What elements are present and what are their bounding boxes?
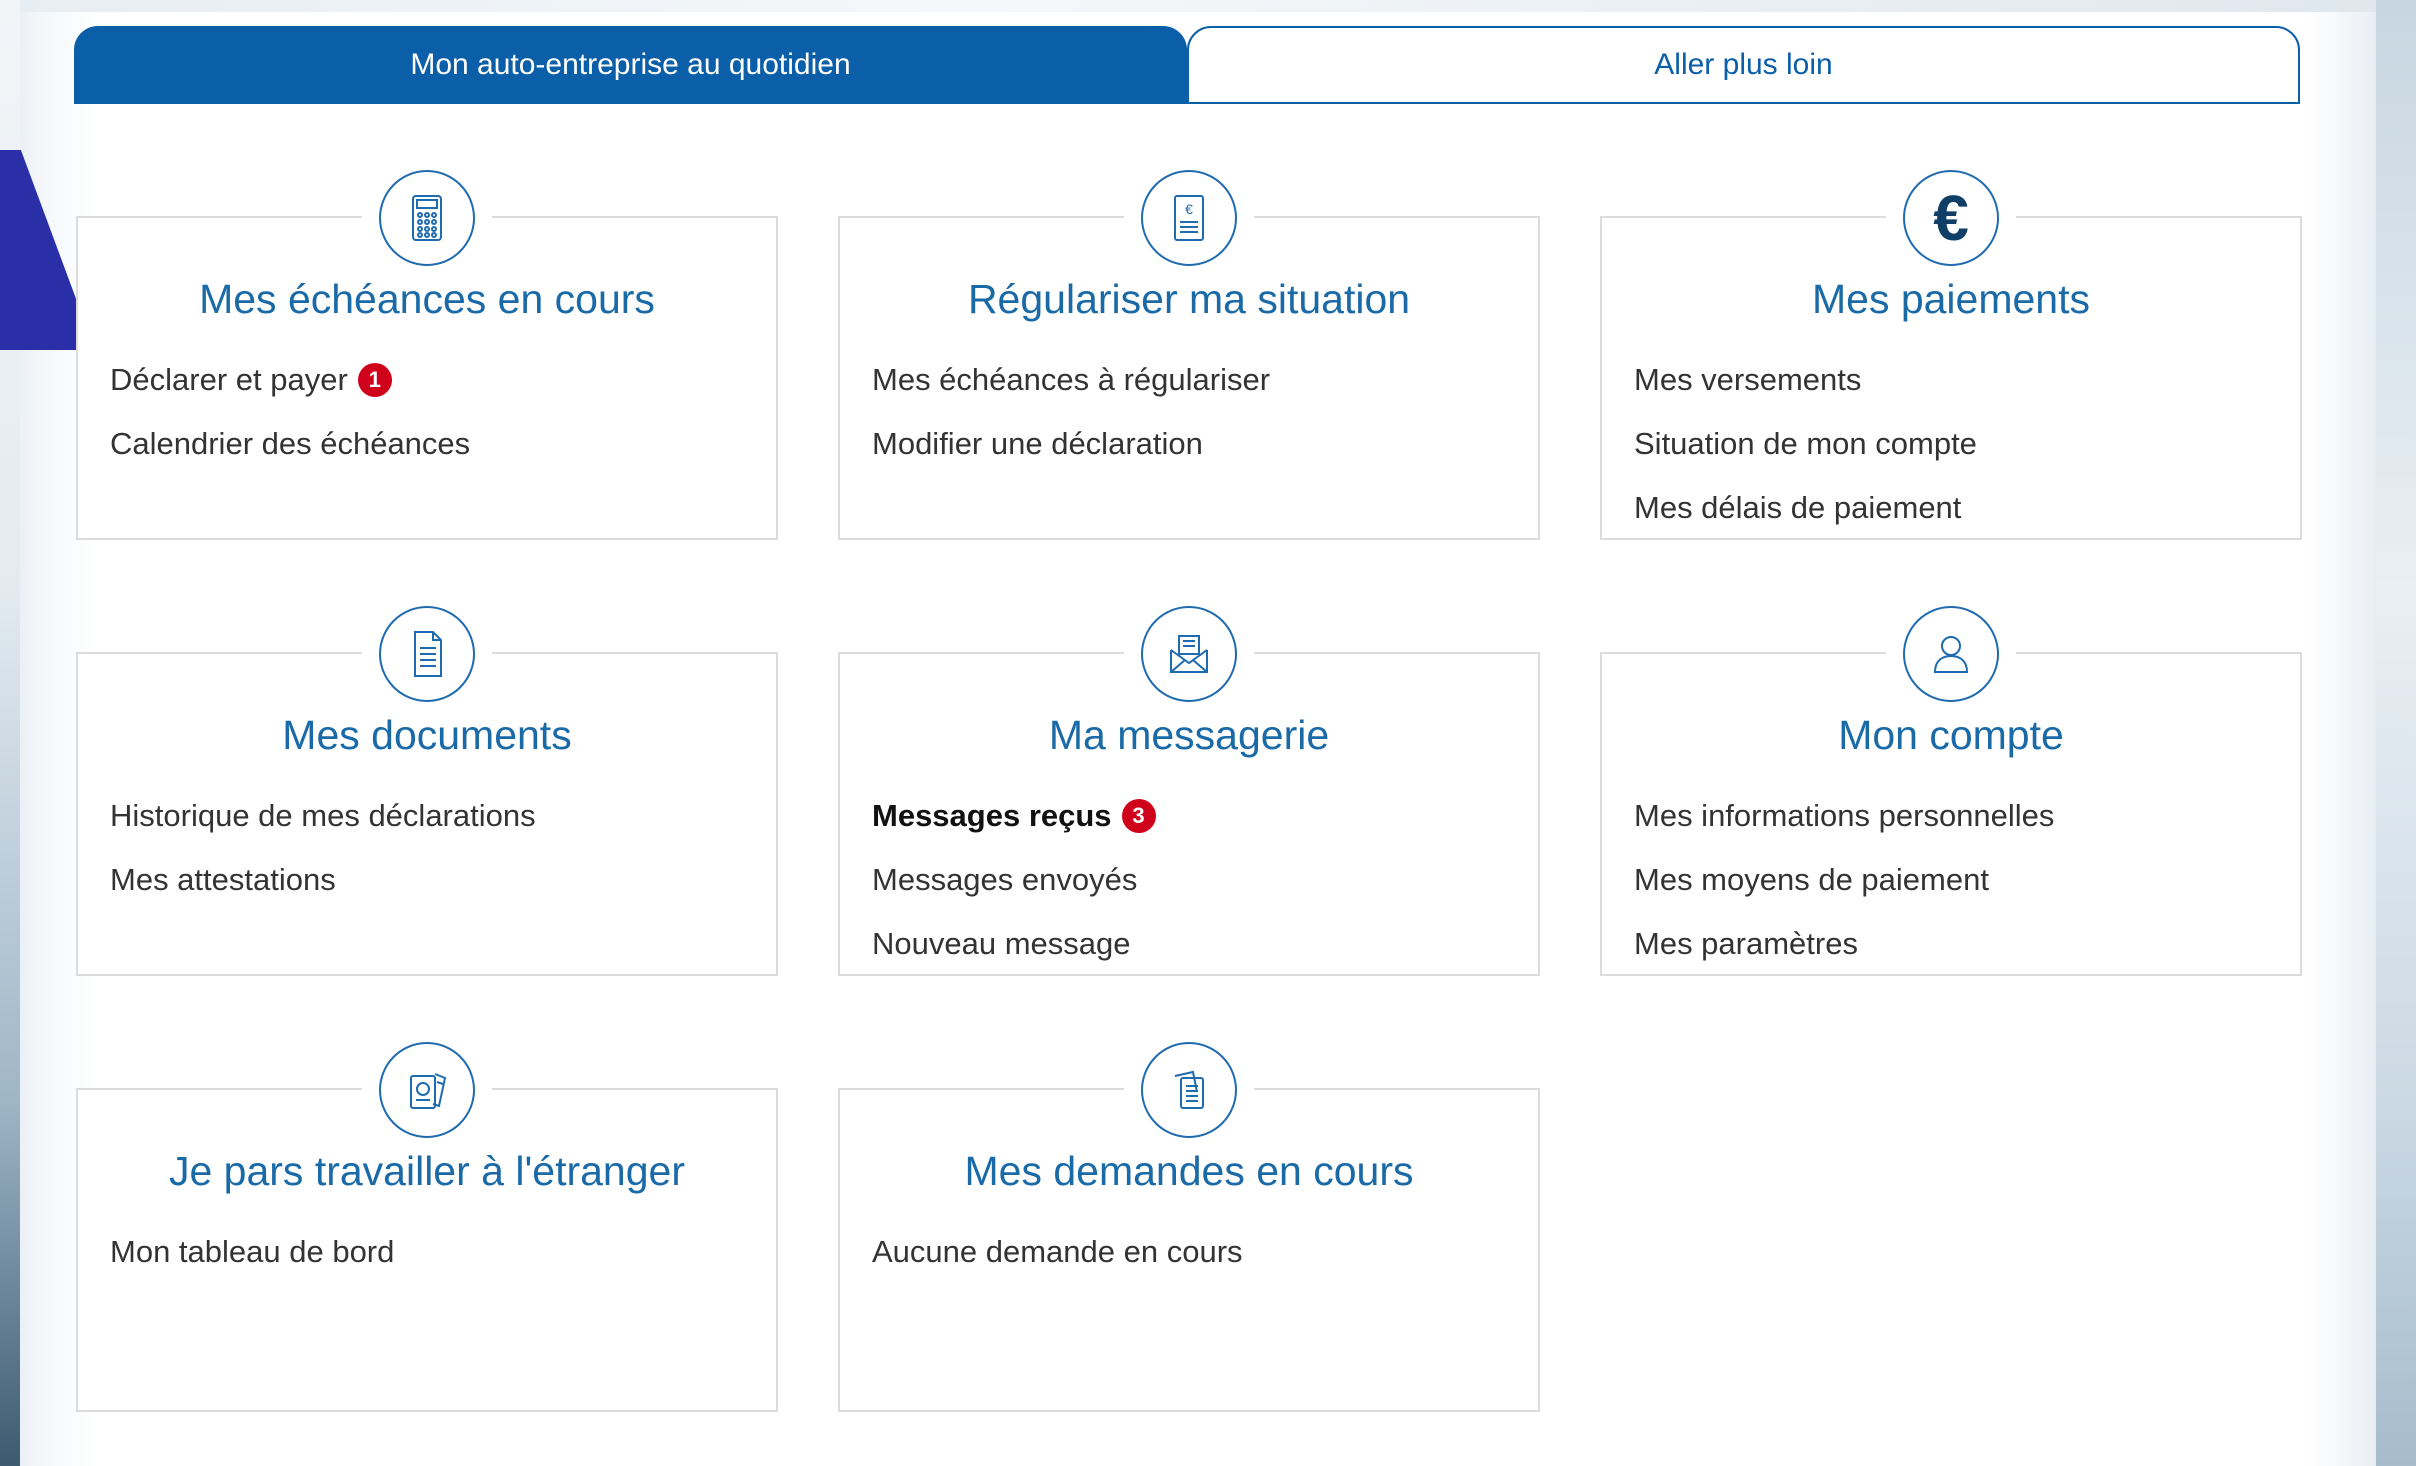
link-delais-paiement[interactable]: Mes délais de paiement xyxy=(1634,476,2280,540)
euro-document-icon: € xyxy=(1141,170,1237,266)
card-title[interactable]: Régulariser ma situation xyxy=(840,276,1538,323)
link-historique-declarations[interactable]: Historique de mes déclarations xyxy=(110,784,756,848)
link-informations-personnelles[interactable]: Mes informations personnelles xyxy=(1634,784,2280,848)
link-label: Mes moyens de paiement xyxy=(1634,862,1989,897)
link-calendrier[interactable]: Calendrier des échéances xyxy=(110,412,756,476)
card-icon-wrapper: € xyxy=(1124,168,1254,268)
card-icon-wrapper xyxy=(362,1040,492,1140)
document-icon xyxy=(379,606,475,702)
tab-bar: Mon auto-entreprise au quotidien Aller p… xyxy=(74,26,2300,104)
card-title[interactable]: Mes demandes en cours xyxy=(840,1148,1538,1195)
calculator-icon xyxy=(379,170,475,266)
card-compte: Mon compte Mes informations personnelles… xyxy=(1600,604,2302,976)
link-nouveau-message[interactable]: Nouveau message xyxy=(872,912,1518,976)
link-situation-compte[interactable]: Situation de mon compte xyxy=(1634,412,2280,476)
link-label: Messages reçus xyxy=(872,798,1112,833)
card-icon-wrapper xyxy=(362,604,492,704)
tab-quotidien[interactable]: Mon auto-entreprise au quotidien xyxy=(74,26,1187,104)
card-title[interactable]: Mes paiements xyxy=(1602,276,2300,323)
card-regulariser: € Régulariser ma situation Mes échéances… xyxy=(838,168,1540,540)
svg-text:€: € xyxy=(1185,201,1193,217)
link-label: Mes versements xyxy=(1634,362,1862,397)
link-attestations[interactable]: Mes attestations xyxy=(110,848,756,912)
link-label: Déclarer et payer xyxy=(110,362,348,397)
card-icon-wrapper xyxy=(1124,604,1254,704)
link-label: Mon tableau de bord xyxy=(110,1234,395,1269)
card-title[interactable]: Mon compte xyxy=(1602,712,2300,759)
link-parametres[interactable]: Mes paramètres xyxy=(1634,912,2280,976)
link-label: Historique de mes déclarations xyxy=(110,798,536,833)
backdrop-top xyxy=(0,0,2416,12)
euro-icon: € xyxy=(1903,170,1999,266)
card-echeances: Mes échéances en cours Déclarer et payer… xyxy=(76,168,778,540)
tab-aller-plus-loin[interactable]: Aller plus loin xyxy=(1187,26,2300,104)
card-etranger: Je pars travailler à l'étranger Mon tabl… xyxy=(76,1040,778,1412)
link-label: Mes informations personnelles xyxy=(1634,798,2055,833)
card-title[interactable]: Mes documents xyxy=(78,712,776,759)
files-icon xyxy=(1141,1042,1237,1138)
card-title[interactable]: Je pars travailler à l'étranger xyxy=(78,1148,776,1195)
card-title[interactable]: Mes échéances en cours xyxy=(78,276,776,323)
card-icon-wrapper xyxy=(1124,1040,1254,1140)
link-tableau-de-bord[interactable]: Mon tableau de bord xyxy=(110,1220,756,1284)
card-title[interactable]: Ma messagerie xyxy=(840,712,1538,759)
link-label: Mes paramètres xyxy=(1634,926,1858,961)
link-versements[interactable]: Mes versements xyxy=(1634,348,2280,412)
card-documents: Mes documents Historique de mes déclarat… xyxy=(76,604,778,976)
link-label: Situation de mon compte xyxy=(1634,426,1977,461)
card-messagerie: Ma messagerie Messages reçus 3 Messages … xyxy=(838,604,1540,976)
link-messages-recus[interactable]: Messages reçus 3 xyxy=(872,784,1518,848)
link-declarer-payer[interactable]: Déclarer et payer 1 xyxy=(110,348,756,412)
passport-icon xyxy=(379,1042,475,1138)
envelope-icon xyxy=(1141,606,1237,702)
link-label: Mes attestations xyxy=(110,862,336,897)
link-label: Nouveau message xyxy=(872,926,1131,961)
card-icon-wrapper xyxy=(362,168,492,268)
card-icon-wrapper xyxy=(1886,604,2016,704)
link-label: Aucune demande en cours xyxy=(872,1234,1243,1269)
notification-badge: 1 xyxy=(357,363,392,397)
link-label: Modifier une déclaration xyxy=(872,426,1203,461)
link-moyens-paiement[interactable]: Mes moyens de paiement xyxy=(1634,848,2280,912)
link-modifier-declaration[interactable]: Modifier une déclaration xyxy=(872,412,1518,476)
backdrop-right xyxy=(2376,0,2416,1466)
link-aucune-demande: Aucune demande en cours xyxy=(872,1220,1518,1284)
card-demandes: Mes demandes en cours Aucune demande en … xyxy=(838,1040,1540,1412)
link-label: Mes échéances à régulariser xyxy=(872,362,1271,397)
link-label: Mes délais de paiement xyxy=(1634,490,1962,525)
link-label: Messages envoyés xyxy=(872,862,1138,897)
link-echeances-regulariser[interactable]: Mes échéances à régulariser xyxy=(872,348,1518,412)
link-messages-envoyes[interactable]: Messages envoyés xyxy=(872,848,1518,912)
notification-badge: 3 xyxy=(1121,799,1156,833)
user-icon xyxy=(1903,606,1999,702)
card-paiements: € Mes paiements Mes versements Situation… xyxy=(1600,168,2302,540)
card-icon-wrapper: € xyxy=(1886,168,2016,268)
link-label: Calendrier des échéances xyxy=(110,426,471,461)
